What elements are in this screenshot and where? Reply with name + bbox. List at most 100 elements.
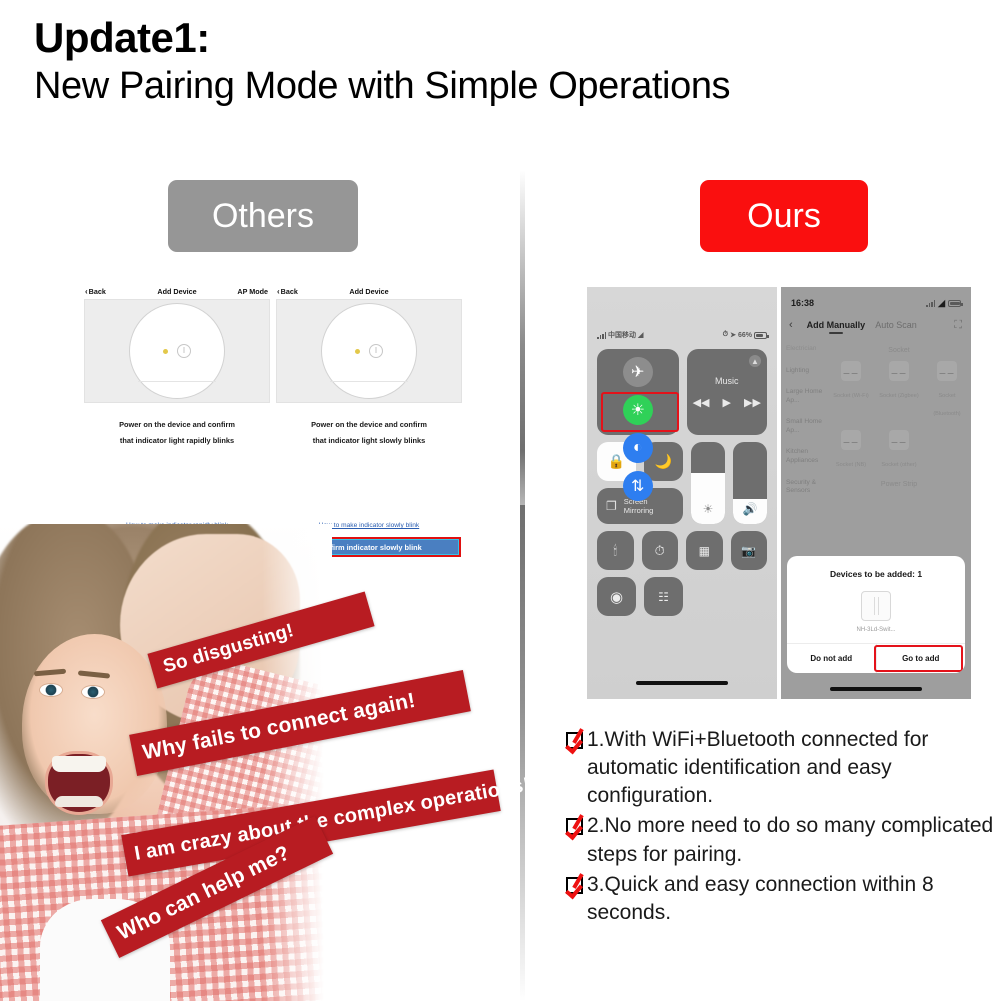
sidebar-item-large-home-appliances[interactable]: Large Home Ap... xyxy=(786,388,823,405)
app-nav-bar: ‹ Back Add Device AP Mode xyxy=(82,283,272,299)
tab-add-manually[interactable]: Add Manually xyxy=(807,320,866,330)
wifi-icon: ◢ xyxy=(938,297,945,308)
flashlight-icon: 🕯 xyxy=(613,542,618,558)
home-indicator[interactable] xyxy=(830,687,922,691)
alarm-icon: ⏱ xyxy=(722,331,729,338)
flashlight-button[interactable]: 🕯 xyxy=(597,531,634,570)
app-caption-line1: Power on the device and confirm xyxy=(311,420,427,429)
device-item-socket-other[interactable]: ⚊⚊ Socket (other) xyxy=(878,430,920,471)
indicator-led-icon xyxy=(163,348,168,354)
next-track-icon[interactable]: ▶▶ xyxy=(744,396,761,409)
sidebar-item-small-home-appliances[interactable]: Small Home Ap... xyxy=(786,418,823,435)
list-item: 3.Quick and easy connection within 8 sec… xyxy=(566,871,998,927)
promo-page: Update1: New Pairing Mode with Simple Op… xyxy=(0,0,1001,1001)
ap-mode-button[interactable]: AP Mode xyxy=(237,287,268,296)
device-label: Socket (Zigbee) xyxy=(879,393,919,399)
section-title-power-strip: Power Strip xyxy=(880,481,918,488)
screen-record-button[interactable]: ◉ xyxy=(597,577,636,616)
vertical-divider-bottom xyxy=(520,505,525,1001)
device-label: Socket (Wi-Fi) xyxy=(833,393,869,399)
bluetooth-toggle-icon[interactable]: ⇅ xyxy=(622,471,653,501)
volume-slider[interactable]: 🔊 xyxy=(733,442,767,524)
tab-auto-scan[interactable]: Auto Scan xyxy=(875,320,917,330)
app-top-bar: ‹ Add Manually Auto Scan ⛶ xyxy=(781,315,971,335)
app-caption: Power on the device and confirm that ind… xyxy=(82,417,272,448)
sidebar-item-lighting[interactable]: Lighting xyxy=(786,367,823,376)
device-item-socket-nb[interactable]: ⚊⚊ Socket (NB) xyxy=(830,430,872,471)
app-caption-line2: that indicator light rapidly blinks xyxy=(119,435,235,445)
socket-icon: ⚊⚊ xyxy=(889,361,909,381)
power-button-icon xyxy=(369,344,383,358)
airplane-mode-icon[interactable]: ✈ xyxy=(622,357,653,387)
app-surface: 16:38 ◢ ‹ Add Manually Auto Scan ⛶ Elect… xyxy=(781,287,971,699)
heading-line2: New Pairing Mode with Simple Operations xyxy=(34,65,731,108)
device-item-socket-wifi[interactable]: ⚊⚊ Socket (Wi-Fi) xyxy=(830,361,872,420)
device-illustration-card xyxy=(84,299,270,403)
location-icon: ➤ xyxy=(730,332,736,339)
qr-scan-button[interactable]: ☷ xyxy=(644,577,683,616)
checklist-text: 2.No more need to do so many complicated… xyxy=(587,814,994,866)
power-button-icon xyxy=(177,344,191,358)
brightness-fill xyxy=(691,473,725,524)
rotation-lock-icon: 🔒 xyxy=(607,453,626,469)
badge-others-label: Others xyxy=(211,196,315,235)
control-center-surface: 中国移动 ◢ ⏱ ➤ 66% ✈ ☀ ◐ ⇅ ▲ Music ◀◀ ▶ ▶▶ 🔒… xyxy=(587,287,777,699)
device-circle xyxy=(321,303,417,399)
switch-device-icon xyxy=(861,591,891,621)
photo-eye-left xyxy=(40,684,62,696)
signal-bars-icon xyxy=(926,300,936,307)
dialog-device: NH-3Ld-Swit... xyxy=(787,579,965,643)
camera-button[interactable]: 📷 xyxy=(730,531,767,570)
badge-ours-label: Ours xyxy=(747,196,821,235)
status-time: 16:38 xyxy=(791,298,815,308)
socket-icon: ⚊⚊ xyxy=(889,430,909,450)
device-label: Socket (other) xyxy=(881,462,917,468)
qr-code-icon: ☷ xyxy=(658,589,669,604)
badge-others: Others xyxy=(168,180,358,252)
screen-mirroring-icon: ❐ xyxy=(606,499,617,513)
do-not-add-button[interactable]: Do not add xyxy=(787,644,877,673)
connectivity-tile[interactable]: ✈ ☀ ◐ ⇅ xyxy=(597,349,679,501)
status-bar: 中国移动 ◢ ⏱ ➤ 66% xyxy=(597,329,769,341)
checklist-text: 1.With WiFi+Bluetooth connected for auto… xyxy=(587,728,929,808)
photo-teeth-upper xyxy=(52,756,106,772)
timer-button[interactable]: ⏱ xyxy=(641,531,678,570)
badge-ours: Ours xyxy=(700,180,868,252)
dialog-title: Devices to be added: 1 xyxy=(829,569,923,579)
status-bar: 16:38 ◢ xyxy=(791,297,963,309)
indicator-led-icon xyxy=(355,348,360,354)
battery-icon xyxy=(948,299,963,307)
sidebar-item-security-sensors[interactable]: Security & Sensors xyxy=(786,479,823,496)
home-indicator[interactable] xyxy=(636,681,728,685)
battery-icon xyxy=(754,331,769,339)
wifi-bluetooth-highlight xyxy=(601,392,679,432)
wifi-toggle-icon[interactable]: ◐ xyxy=(622,433,653,463)
play-icon[interactable]: ▶ xyxy=(723,396,731,409)
sidebar-item-kitchen-appliances[interactable]: Kitchen Appliances xyxy=(786,448,823,465)
calculator-button[interactable]: ▦ xyxy=(686,531,723,570)
page-title: Update1: New Pairing Mode with Simple Op… xyxy=(34,14,994,109)
add-device-screenshot: 16:38 ◢ ‹ Add Manually Auto Scan ⛶ Elect… xyxy=(781,287,971,699)
device-label: Socket (Bluetooth) xyxy=(933,393,961,417)
moon-icon: 🌙 xyxy=(654,453,673,469)
music-tile[interactable]: ▲ Music ◀◀ ▶ ▶▶ xyxy=(686,349,767,435)
checklist-text: 3.Quick and easy connection within 8 sec… xyxy=(587,872,934,924)
volume-icon: 🔊 xyxy=(742,502,758,516)
airplay-icon[interactable]: ▲ xyxy=(749,355,761,367)
device-item-socket-zigbee[interactable]: ⚊⚊ Socket (Zigbee) xyxy=(878,361,920,420)
device-item-socket-bluetooth[interactable]: ⚊⚊ Socket (Bluetooth) xyxy=(926,361,968,420)
camera-icon: 📷 xyxy=(741,543,757,558)
sidebar-item-electrician[interactable]: Electrician xyxy=(786,345,823,354)
previous-track-icon[interactable]: ◀◀ xyxy=(693,396,710,409)
signal-bars-icon xyxy=(597,332,606,339)
app-caption: Power on the device and confirm that ind… xyxy=(274,417,464,448)
device-name: NH-3Ld-Swit... xyxy=(856,627,896,633)
back-icon[interactable]: ‹ xyxy=(789,319,793,331)
brightness-slider[interactable]: ☀ xyxy=(691,442,725,524)
heading-line1: Update1: xyxy=(34,14,210,61)
calculator-icon: ▦ xyxy=(698,543,710,558)
scan-icon[interactable]: ⛶ xyxy=(954,319,962,332)
devices-to-add-dialog: Devices to be added: 1 NH-3Ld-Swit... Do… xyxy=(787,556,965,673)
timer-icon: ⏱ xyxy=(654,542,665,558)
device-illustration-card xyxy=(276,299,462,403)
